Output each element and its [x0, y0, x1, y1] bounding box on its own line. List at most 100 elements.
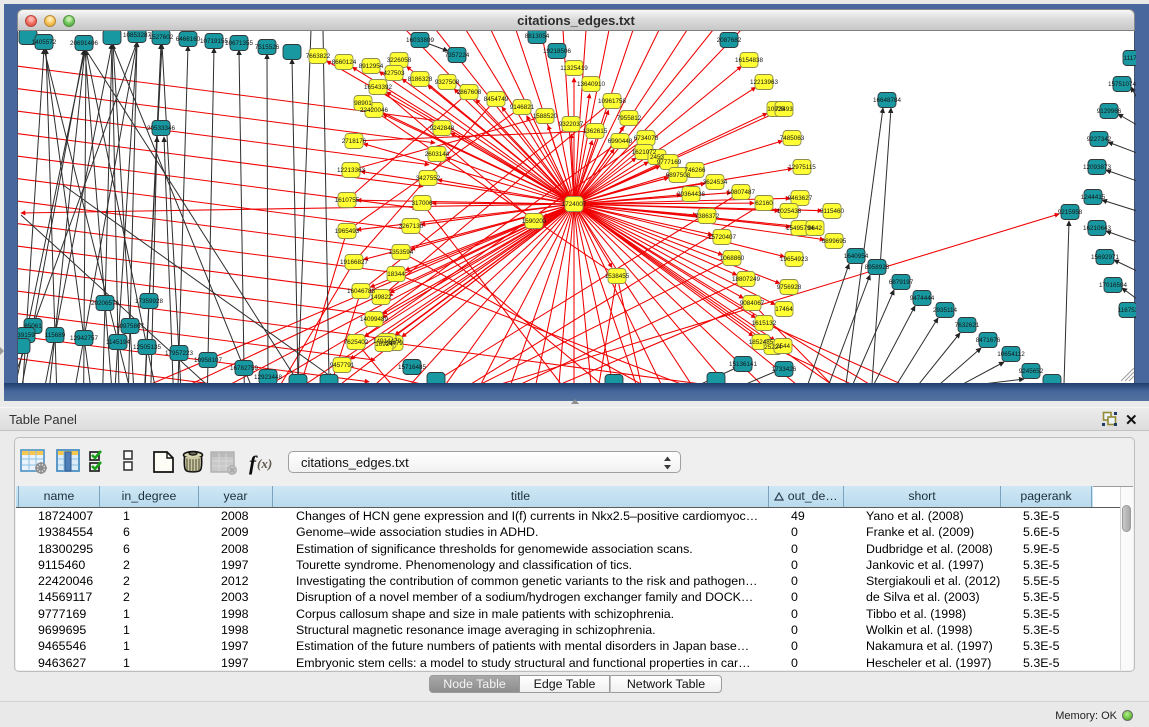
svg-text:16648784: 16648784: [873, 97, 902, 104]
svg-text:12213363: 12213363: [337, 167, 366, 174]
svg-text:10671355: 10671355: [225, 40, 254, 47]
svg-text:317006: 317006: [411, 200, 433, 207]
svg-text:3427552: 3427552: [416, 175, 441, 182]
svg-text:8454749: 8454749: [484, 96, 509, 103]
svg-text:1610755: 1610755: [335, 197, 360, 204]
svg-text:11174: 11174: [1124, 55, 1136, 62]
svg-text:1733426: 1733426: [772, 366, 797, 373]
svg-text:15136141: 15136141: [729, 361, 758, 368]
svg-text:17957223: 17957223: [165, 350, 194, 357]
svg-text:8660124: 8660124: [332, 59, 357, 66]
svg-text:15720407: 15720407: [708, 234, 737, 241]
svg-text:16033809: 16033809: [406, 37, 435, 44]
svg-text:9642: 9642: [808, 225, 823, 232]
svg-text:2718176: 2718176: [342, 138, 367, 145]
svg-text:17464: 17464: [775, 306, 793, 313]
svg-text:8958928: 8958928: [865, 264, 890, 271]
svg-text:12505135: 12505135: [133, 344, 162, 351]
svg-text:1244415: 1244415: [1081, 194, 1106, 201]
svg-text:20206576: 20206576: [91, 300, 120, 307]
svg-text:16543392: 16543392: [364, 84, 393, 91]
svg-text:73493: 73493: [775, 106, 793, 113]
svg-text:12975115: 12975115: [788, 164, 816, 171]
svg-text:12923448: 12923448: [254, 374, 283, 381]
svg-text:12213963: 12213963: [750, 79, 779, 86]
svg-text:19654923: 19654923: [780, 256, 809, 263]
svg-text:10853287: 10853287: [123, 32, 152, 39]
svg-text:1538455: 1538455: [605, 273, 630, 280]
svg-text:1724007: 1724007: [562, 201, 587, 208]
svg-text:20533346: 20533346: [147, 125, 176, 132]
svg-text:9463627: 9463627: [788, 195, 813, 202]
svg-text:10654112: 10654112: [997, 351, 1025, 358]
svg-text:1068860: 1068860: [720, 255, 745, 262]
svg-text:16782759: 16782759: [230, 365, 259, 372]
svg-text:15751074: 15751074: [1108, 81, 1136, 88]
svg-text:6734078: 6734078: [634, 135, 659, 142]
svg-text:(x): (x): [257, 456, 272, 471]
svg-text:39159: 39159: [18, 332, 35, 339]
svg-text:17016504: 17016504: [1099, 282, 1128, 289]
svg-text:1362615: 1362615: [583, 128, 608, 135]
svg-text:16210643: 16210643: [1083, 225, 1112, 232]
svg-text:11325419: 11325419: [560, 65, 588, 72]
svg-text:12942757: 12942757: [70, 335, 99, 342]
svg-text:62160: 62160: [755, 200, 773, 207]
svg-text:16154838: 16154838: [735, 57, 764, 64]
svg-text:9457791: 9457791: [330, 362, 355, 369]
svg-text:1145194: 1145194: [106, 339, 131, 346]
svg-text:2087682: 2087682: [717, 37, 742, 44]
svg-text:7955812: 7955812: [617, 115, 642, 122]
svg-text:8813054: 8813054: [525, 33, 550, 40]
svg-text:1965493: 1965493: [335, 228, 360, 235]
svg-text:1025438: 1025438: [777, 208, 802, 215]
svg-text:8186328: 8186328: [408, 76, 433, 83]
svg-text:7357224: 7357224: [445, 52, 470, 59]
svg-text:116753: 116753: [1118, 307, 1136, 314]
svg-text:7485063: 7485063: [780, 135, 805, 142]
svg-text:1353594: 1353594: [389, 249, 414, 256]
svg-text:85061: 85061: [24, 323, 42, 330]
svg-text:6990448: 6990448: [608, 138, 633, 145]
svg-text:9322037: 9322037: [559, 121, 584, 128]
svg-text:13640910: 13640910: [577, 81, 606, 88]
svg-text:9756928: 9756928: [777, 284, 802, 291]
svg-text:3226058: 3226058: [387, 57, 412, 64]
svg-text:1527602: 1527602: [149, 34, 174, 41]
svg-text:9084067: 9084067: [740, 300, 765, 307]
svg-text:18344: 18344: [387, 271, 405, 278]
svg-text:1640954: 1640954: [844, 253, 869, 260]
svg-text:9115460: 9115460: [820, 208, 845, 215]
svg-text:9242848: 9242848: [430, 125, 455, 132]
svg-text:746266: 746266: [684, 167, 706, 174]
svg-text:7515526: 7515526: [255, 44, 280, 51]
svg-text:7386372: 7386372: [695, 213, 720, 220]
svg-text:149822: 149822: [370, 294, 392, 301]
svg-text:2544: 2544: [776, 343, 791, 350]
svg-text:15692971: 15692971: [1091, 254, 1120, 261]
svg-text:115689: 115689: [45, 332, 66, 339]
svg-text:18807249: 18807249: [732, 276, 761, 283]
svg-text:2935114: 2935114: [933, 307, 958, 314]
svg-text:3624534: 3624534: [703, 179, 728, 186]
svg-text:10975867: 10975867: [116, 323, 145, 330]
svg-text:9129966: 9129966: [1097, 108, 1122, 115]
svg-text:22420046: 22420046: [360, 107, 389, 114]
svg-text:7632621: 7632621: [955, 322, 980, 329]
svg-text:6899695: 6899695: [822, 238, 847, 245]
svg-text:9146821: 9146821: [510, 104, 535, 111]
svg-text:1615132: 1615132: [752, 320, 777, 327]
svg-text:6466160: 6466160: [176, 36, 201, 43]
svg-text:9327508: 9327508: [435, 79, 460, 86]
svg-text:10958107: 10958107: [194, 357, 223, 364]
svg-text:10807487: 10807487: [727, 189, 756, 196]
svg-text:19218506: 19218506: [543, 48, 572, 55]
svg-text:16924: 16924: [375, 341, 393, 348]
svg-text:7663822: 7663822: [306, 53, 331, 60]
svg-text:9215958: 9215958: [1058, 209, 1083, 216]
svg-text:20691406: 20691406: [70, 40, 99, 47]
svg-text:6879197: 6879197: [889, 279, 914, 286]
svg-text:1405572: 1405572: [32, 39, 57, 46]
svg-text:3267130: 3267130: [399, 223, 424, 230]
svg-text:19166827: 19166827: [340, 259, 369, 266]
